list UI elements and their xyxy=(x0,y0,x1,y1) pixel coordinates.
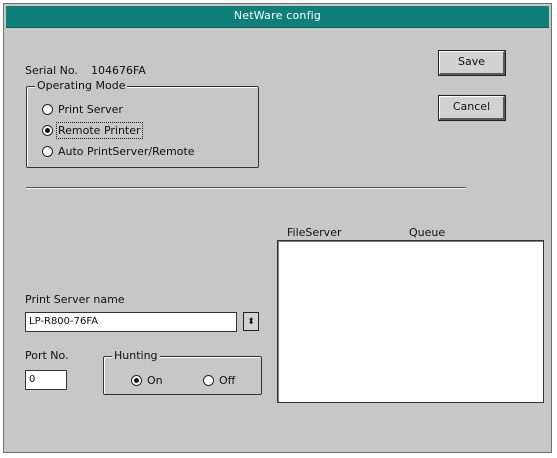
radio-remote-printer-label: Remote Printer xyxy=(56,121,143,139)
radio-button-icon xyxy=(42,103,53,115)
port-number-input[interactable]: 0 xyxy=(25,370,67,390)
radio-button-selected-icon xyxy=(42,124,53,136)
serial-number-value: 104676FA xyxy=(91,64,146,77)
port-number-label: Port No. xyxy=(25,349,69,362)
radio-print-server[interactable]: Print Server xyxy=(42,102,123,116)
netware-config-dialog: NetWare config Serial No. 104676FA Opera… xyxy=(3,3,552,453)
title-bar: NetWare config xyxy=(6,6,549,28)
radio-hunting-off-label: Off xyxy=(219,373,236,387)
hunting-legend: Hunting xyxy=(112,349,160,362)
radio-hunting-on[interactable]: On xyxy=(131,373,163,387)
print-server-spin-button[interactable]: ⬍ xyxy=(243,312,259,331)
radio-print-server-label: Print Server xyxy=(58,102,123,116)
radio-button-icon xyxy=(203,374,214,386)
radio-hunting-off[interactable]: Off xyxy=(203,373,235,387)
radio-hunting-on-label: On xyxy=(147,373,163,387)
radio-remote-printer[interactable]: Remote Printer xyxy=(42,121,143,139)
fileserver-column-header: FileServer xyxy=(287,226,342,239)
up-down-arrow-icon: ⬍ xyxy=(247,316,255,327)
radio-auto-label: Auto PrintServer/Remote xyxy=(58,144,195,158)
operating-mode-legend: Operating Mode xyxy=(35,79,128,92)
cancel-button[interactable]: Cancel xyxy=(438,95,506,121)
radio-button-icon xyxy=(42,145,53,157)
divider xyxy=(26,187,466,189)
queue-column-header: Queue xyxy=(409,226,446,239)
radio-auto-printserver-remote[interactable]: Auto PrintServer/Remote xyxy=(42,144,195,158)
operating-mode-group: Operating Mode Print Server Remote Print… xyxy=(26,80,259,168)
radio-button-selected-icon xyxy=(131,374,142,386)
hunting-group: Hunting On Off xyxy=(103,350,262,395)
print-server-name-label: Print Server name xyxy=(25,293,125,306)
window-title: NetWare config xyxy=(233,9,322,22)
serial-number-label: Serial No. xyxy=(25,64,78,77)
fileserver-queue-list[interactable] xyxy=(277,240,544,403)
print-server-name-input[interactable]: LP-R800-76FA xyxy=(25,312,237,332)
save-button[interactable]: Save xyxy=(438,50,506,76)
